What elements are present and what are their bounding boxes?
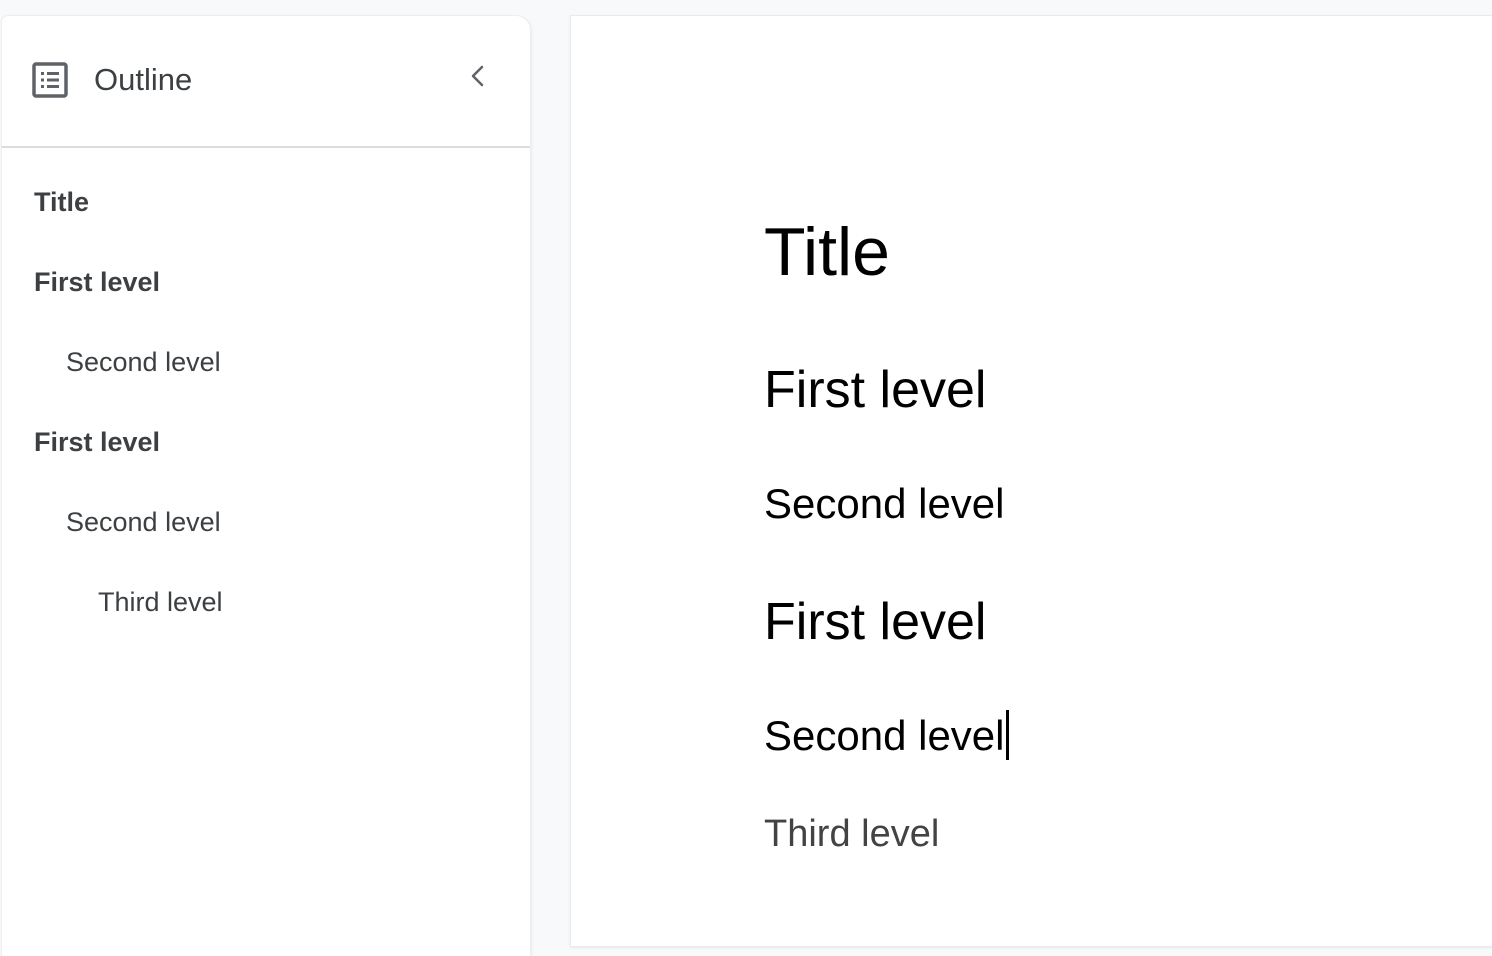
outline-item-first-level[interactable]: First level xyxy=(34,424,160,460)
doc-title[interactable]: Title xyxy=(764,212,890,292)
text-cursor xyxy=(1005,709,1009,760)
document-page[interactable]: Title First level Second level First lev… xyxy=(571,16,1492,946)
outline-header: Outline xyxy=(2,16,530,148)
doc-heading-1[interactable]: First level xyxy=(764,358,986,422)
outline-item-second-level[interactable]: Second level xyxy=(66,504,221,540)
collapse-outline-button[interactable] xyxy=(458,58,498,98)
outline-item-second-level[interactable]: Second level xyxy=(66,344,221,380)
doc-heading-3[interactable]: Third level xyxy=(764,810,939,858)
outline-title: Outline xyxy=(94,62,193,97)
outline-panel: Outline Title First level Second level F… xyxy=(2,16,530,956)
doc-heading-2-active[interactable]: Second level xyxy=(764,709,1009,764)
outline-item-third-level[interactable]: Third level xyxy=(98,584,223,620)
outline-item-title[interactable]: Title xyxy=(34,184,89,220)
chevron-left-icon xyxy=(468,64,488,93)
doc-heading-2[interactable]: Second level xyxy=(764,478,1005,530)
doc-heading-2-text: Second level xyxy=(764,712,1005,759)
outline-list-icon xyxy=(32,62,68,98)
doc-heading-1[interactable]: First level xyxy=(764,590,986,654)
outline-item-first-level[interactable]: First level xyxy=(34,264,160,300)
